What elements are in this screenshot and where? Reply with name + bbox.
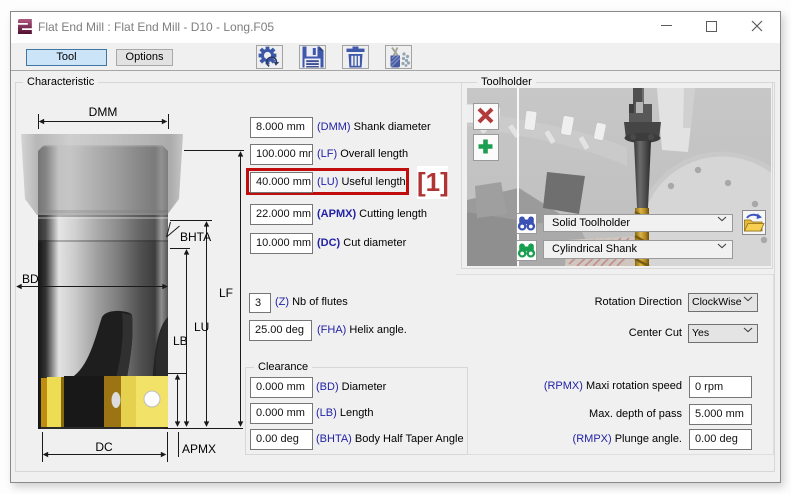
svg-text:LF: LF (219, 286, 233, 300)
svg-text:LU: LU (194, 320, 209, 334)
svg-text:APMX: APMX (182, 442, 216, 456)
svg-text:LB: LB (173, 334, 188, 348)
svg-text:BD: BD (22, 272, 39, 286)
svg-text:DMM: DMM (89, 105, 118, 119)
svg-text:DC: DC (95, 440, 113, 454)
svg-text:BHTA: BHTA (180, 230, 211, 244)
